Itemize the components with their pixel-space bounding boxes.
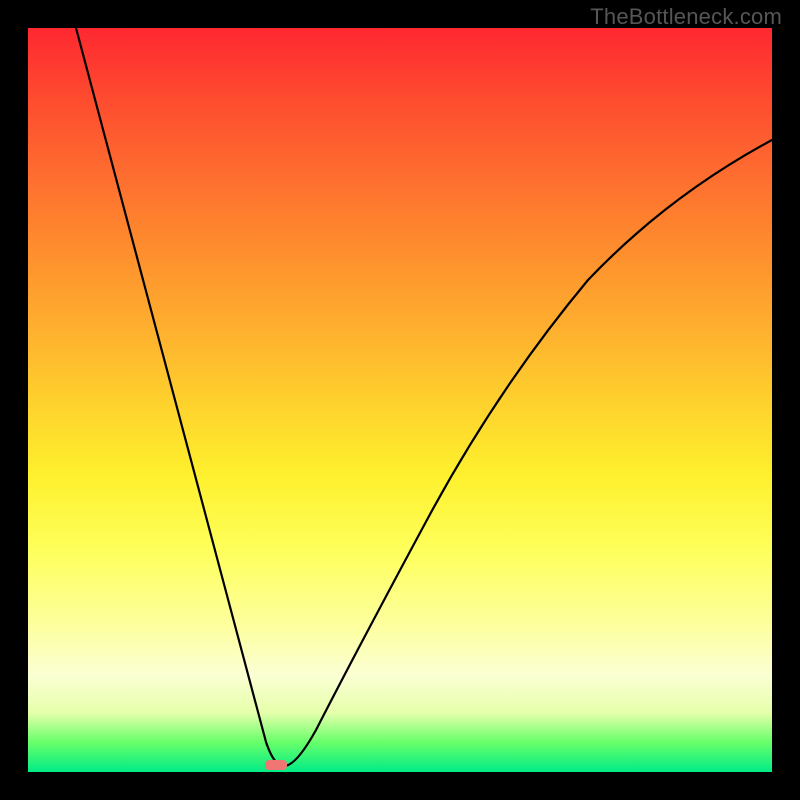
curve-path bbox=[76, 28, 772, 766]
plot-area bbox=[28, 28, 772, 772]
bottleneck-curve bbox=[28, 28, 772, 772]
optimum-marker bbox=[265, 760, 287, 770]
chart-frame: TheBottleneck.com bbox=[0, 0, 800, 800]
watermark-text: TheBottleneck.com bbox=[590, 4, 782, 30]
